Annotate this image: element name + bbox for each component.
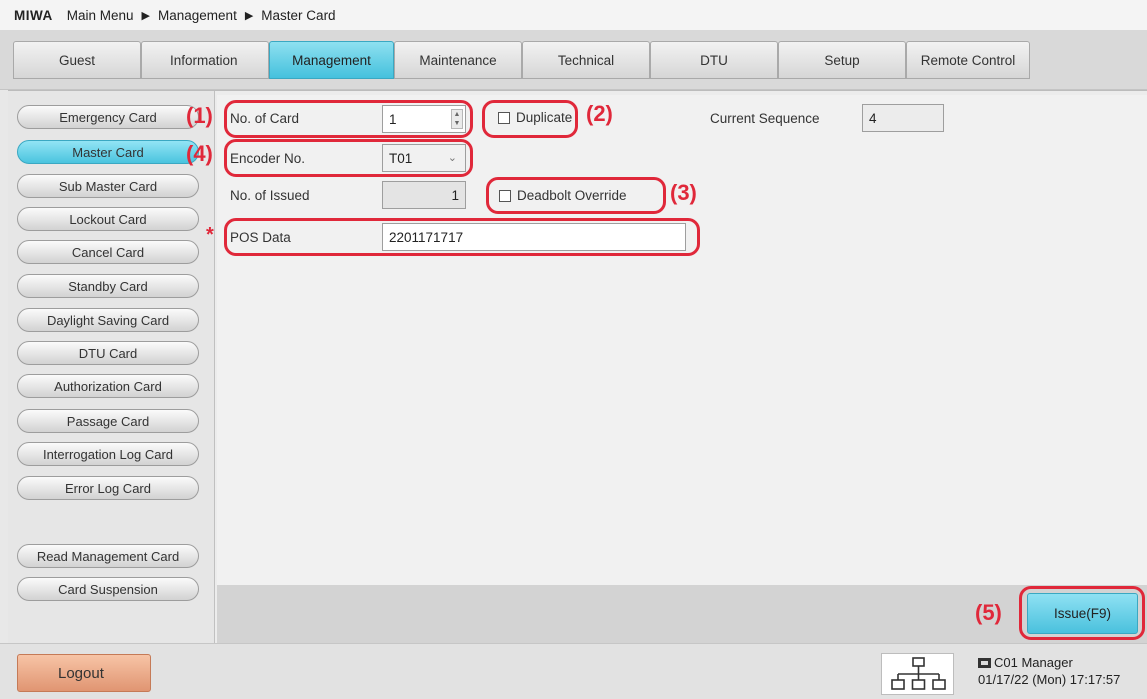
annotation-number-4: (4) (186, 141, 213, 166)
encoder-no-value: T01 (389, 150, 413, 166)
main-content: Emergency Card Master Card Sub Master Ca… (8, 90, 1147, 644)
annotation-number-5: (5) (975, 600, 1002, 625)
annotation-number-1: (1) (186, 103, 213, 128)
footer-panel (217, 585, 1147, 644)
duplicate-label: Duplicate (516, 110, 573, 125)
sidebar-item-read-management-card[interactable]: Read Management Card (17, 544, 199, 568)
spin-arrows-icon[interactable]: ▲ ▼ (451, 109, 463, 129)
no-of-issued-field: 1 (382, 181, 466, 209)
form-panel (217, 95, 1147, 585)
deadbolt-override-label: Deadbolt Override (517, 188, 627, 203)
sidebar-item-dtu-card[interactable]: DTU Card (17, 341, 199, 365)
pos-data-value: 2201171717 (389, 229, 464, 245)
tab-maintenance[interactable]: Maintenance (394, 41, 522, 79)
sidebar-item-lockout-card[interactable]: Lockout Card (17, 207, 199, 231)
chevron-down-icon: ⌄ (447, 152, 457, 164)
sidebar-item-sub-master-card[interactable]: Sub Master Card (17, 174, 199, 198)
sidebar-item-emergency-card[interactable]: Emergency Card (17, 105, 199, 129)
current-sequence-value: 4 (869, 110, 877, 126)
no-of-card-value: 1 (389, 111, 397, 127)
brand-label: MIWA (14, 7, 53, 23)
sidebar-item-card-suspension[interactable]: Card Suspension (17, 577, 199, 601)
breadcrumb: MIWA Main Menu ▶ Management ▶ Master Car… (0, 0, 1147, 30)
breadcrumb-master-card: Master Card (261, 7, 336, 23)
annotation-number-3: (3) (670, 180, 697, 205)
sidebar-item-authorization-card[interactable]: Authorization Card (17, 374, 199, 398)
no-of-card-label: No. of Card (230, 111, 300, 126)
current-sequence-label: Current Sequence (710, 111, 820, 126)
tab-bar: Guest Information Management Maintenance… (0, 30, 1147, 90)
checkbox-icon (499, 189, 511, 202)
breadcrumb-arrow-icon: ▶ (244, 9, 254, 22)
app-window: MIWA Main Menu ▶ Management ▶ Master Car… (0, 0, 1147, 699)
no-of-issued-value: 1 (451, 187, 459, 203)
annotation-number-2: (2) (586, 101, 613, 126)
status-area: C01 Manager 01/17/22 (Mon) 17:17:57 (978, 654, 1120, 688)
tab-dtu[interactable]: DTU (650, 41, 778, 79)
pos-data-label: POS Data (230, 230, 291, 245)
deadbolt-override-checkbox[interactable]: Deadbolt Override (499, 188, 627, 203)
tab-information[interactable]: Information (141, 41, 269, 79)
sidebar-item-passage-card[interactable]: Passage Card (17, 409, 199, 433)
network-icon[interactable] (881, 653, 954, 695)
sidebar-item-master-card[interactable]: Master Card (17, 140, 199, 164)
breadcrumb-management[interactable]: Management (158, 8, 237, 23)
breadcrumb-main-menu[interactable]: Main Menu (67, 8, 134, 23)
issue-button[interactable]: Issue(F9) (1027, 593, 1138, 634)
breadcrumb-arrow-icon: ▶ (141, 9, 151, 22)
terminal-icon (978, 657, 991, 668)
bottom-bar: Logout C01 Manager 01/17/22 (Mon) 17:17:… (0, 643, 1147, 699)
no-of-issued-label: No. of Issued (230, 188, 310, 203)
checkbox-icon (498, 111, 510, 124)
pos-data-input[interactable]: 2201171717 (382, 223, 686, 251)
card-menu-panel: Emergency Card Master Card Sub Master Ca… (8, 91, 215, 644)
tab-guest[interactable]: Guest (13, 41, 141, 79)
current-sequence-field: 4 (862, 104, 944, 132)
sidebar-item-daylight-saving-card[interactable]: Daylight Saving Card (17, 308, 199, 332)
no-of-card-stepper[interactable]: 1 ▲ ▼ (382, 105, 466, 133)
sidebar-item-standby-card[interactable]: Standby Card (17, 274, 199, 298)
required-asterisk: * (206, 224, 214, 246)
sidebar-item-interrogation-log-card[interactable]: Interrogation Log Card (17, 442, 199, 466)
sidebar-item-cancel-card[interactable]: Cancel Card (17, 240, 199, 264)
sidebar-item-error-log-card[interactable]: Error Log Card (17, 476, 199, 500)
datetime: 01/17/22 (Mon) 17:17:57 (978, 672, 1121, 687)
terminal-user: C01 Manager (994, 655, 1073, 670)
tab-setup[interactable]: Setup (778, 41, 906, 79)
encoder-no-label: Encoder No. (230, 151, 306, 166)
tab-remote-control[interactable]: Remote Control (906, 41, 1030, 79)
tab-technical[interactable]: Technical (522, 41, 650, 79)
duplicate-checkbox[interactable]: Duplicate (498, 110, 572, 125)
logout-button[interactable]: Logout (17, 654, 151, 692)
encoder-no-select[interactable]: T01 ⌄ (382, 144, 466, 172)
tab-management[interactable]: Management (269, 41, 394, 79)
